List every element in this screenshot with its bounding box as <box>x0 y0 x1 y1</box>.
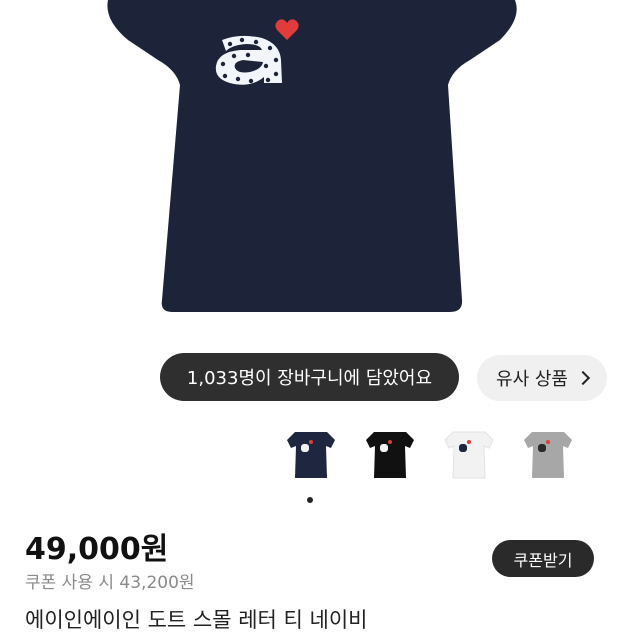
similar-products-button[interactable]: 유사 상품 <box>477 355 607 401</box>
get-coupon-button[interactable]: 쿠폰받기 <box>492 540 594 577</box>
get-coupon-label: 쿠폰받기 <box>513 550 573 570</box>
similar-products-label: 유사 상품 <box>496 369 568 390</box>
product-price: 49,000원 <box>25 532 169 567</box>
cart-count-badge: 1,033명이 장바구니에 담았어요 <box>160 353 459 401</box>
chevron-right-icon <box>575 370 591 386</box>
cart-count-label: 1,033명이 장바구니에 담았어요 <box>186 368 433 389</box>
tshirt-shape <box>107 0 517 312</box>
color-option-gray[interactable] <box>520 428 576 484</box>
color-options <box>0 428 620 486</box>
color-option-navy[interactable] <box>283 428 339 484</box>
carousel-indicator-dot <box>307 497 313 503</box>
color-option-white[interactable] <box>441 428 497 484</box>
letter-a-print <box>215 35 282 85</box>
color-option-black[interactable] <box>362 428 418 484</box>
product-title: 에이인에이인 도트 스몰 레터 티 네이비 <box>25 608 368 632</box>
product-image <box>107 0 517 312</box>
coupon-price: 쿠폰 사용 시 43,200원 <box>25 573 195 593</box>
